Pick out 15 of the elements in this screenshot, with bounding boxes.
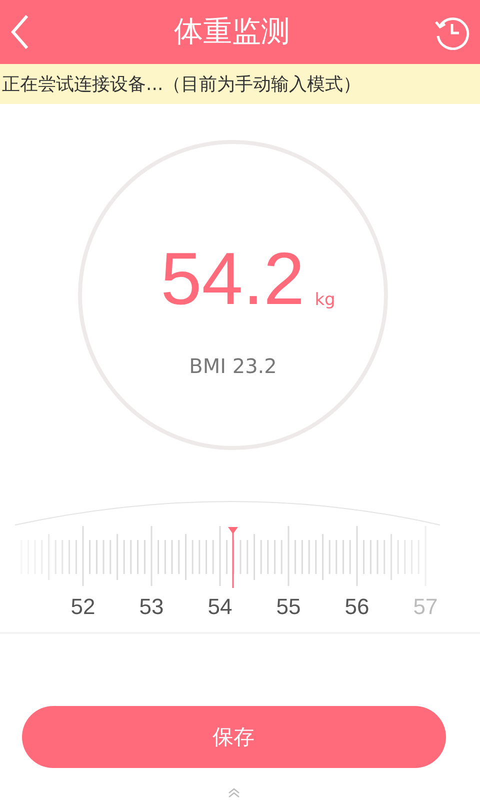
scale-label: 53 — [139, 594, 164, 619]
pointer-marker — [228, 527, 238, 588]
connection-status: 正在尝试连接设备...（目前为手动输入模式） — [2, 73, 362, 96]
weight-unit: kg — [314, 290, 336, 310]
bmi-value: BMI 23.2 — [189, 354, 277, 378]
scale-label: 54 — [208, 594, 232, 619]
chevron-up-icon[interactable] — [226, 788, 240, 798]
page-title: 体重监测 — [174, 13, 290, 50]
back-icon[interactable] — [10, 14, 30, 50]
scale-label: 52 — [70, 594, 96, 619]
scale-label: 56 — [344, 594, 370, 619]
weight-value: 54.2 — [160, 242, 305, 316]
save-button[interactable]: 保存 — [22, 706, 446, 768]
scale-label: 55 — [276, 594, 301, 619]
scale-label: 57 — [413, 594, 438, 619]
